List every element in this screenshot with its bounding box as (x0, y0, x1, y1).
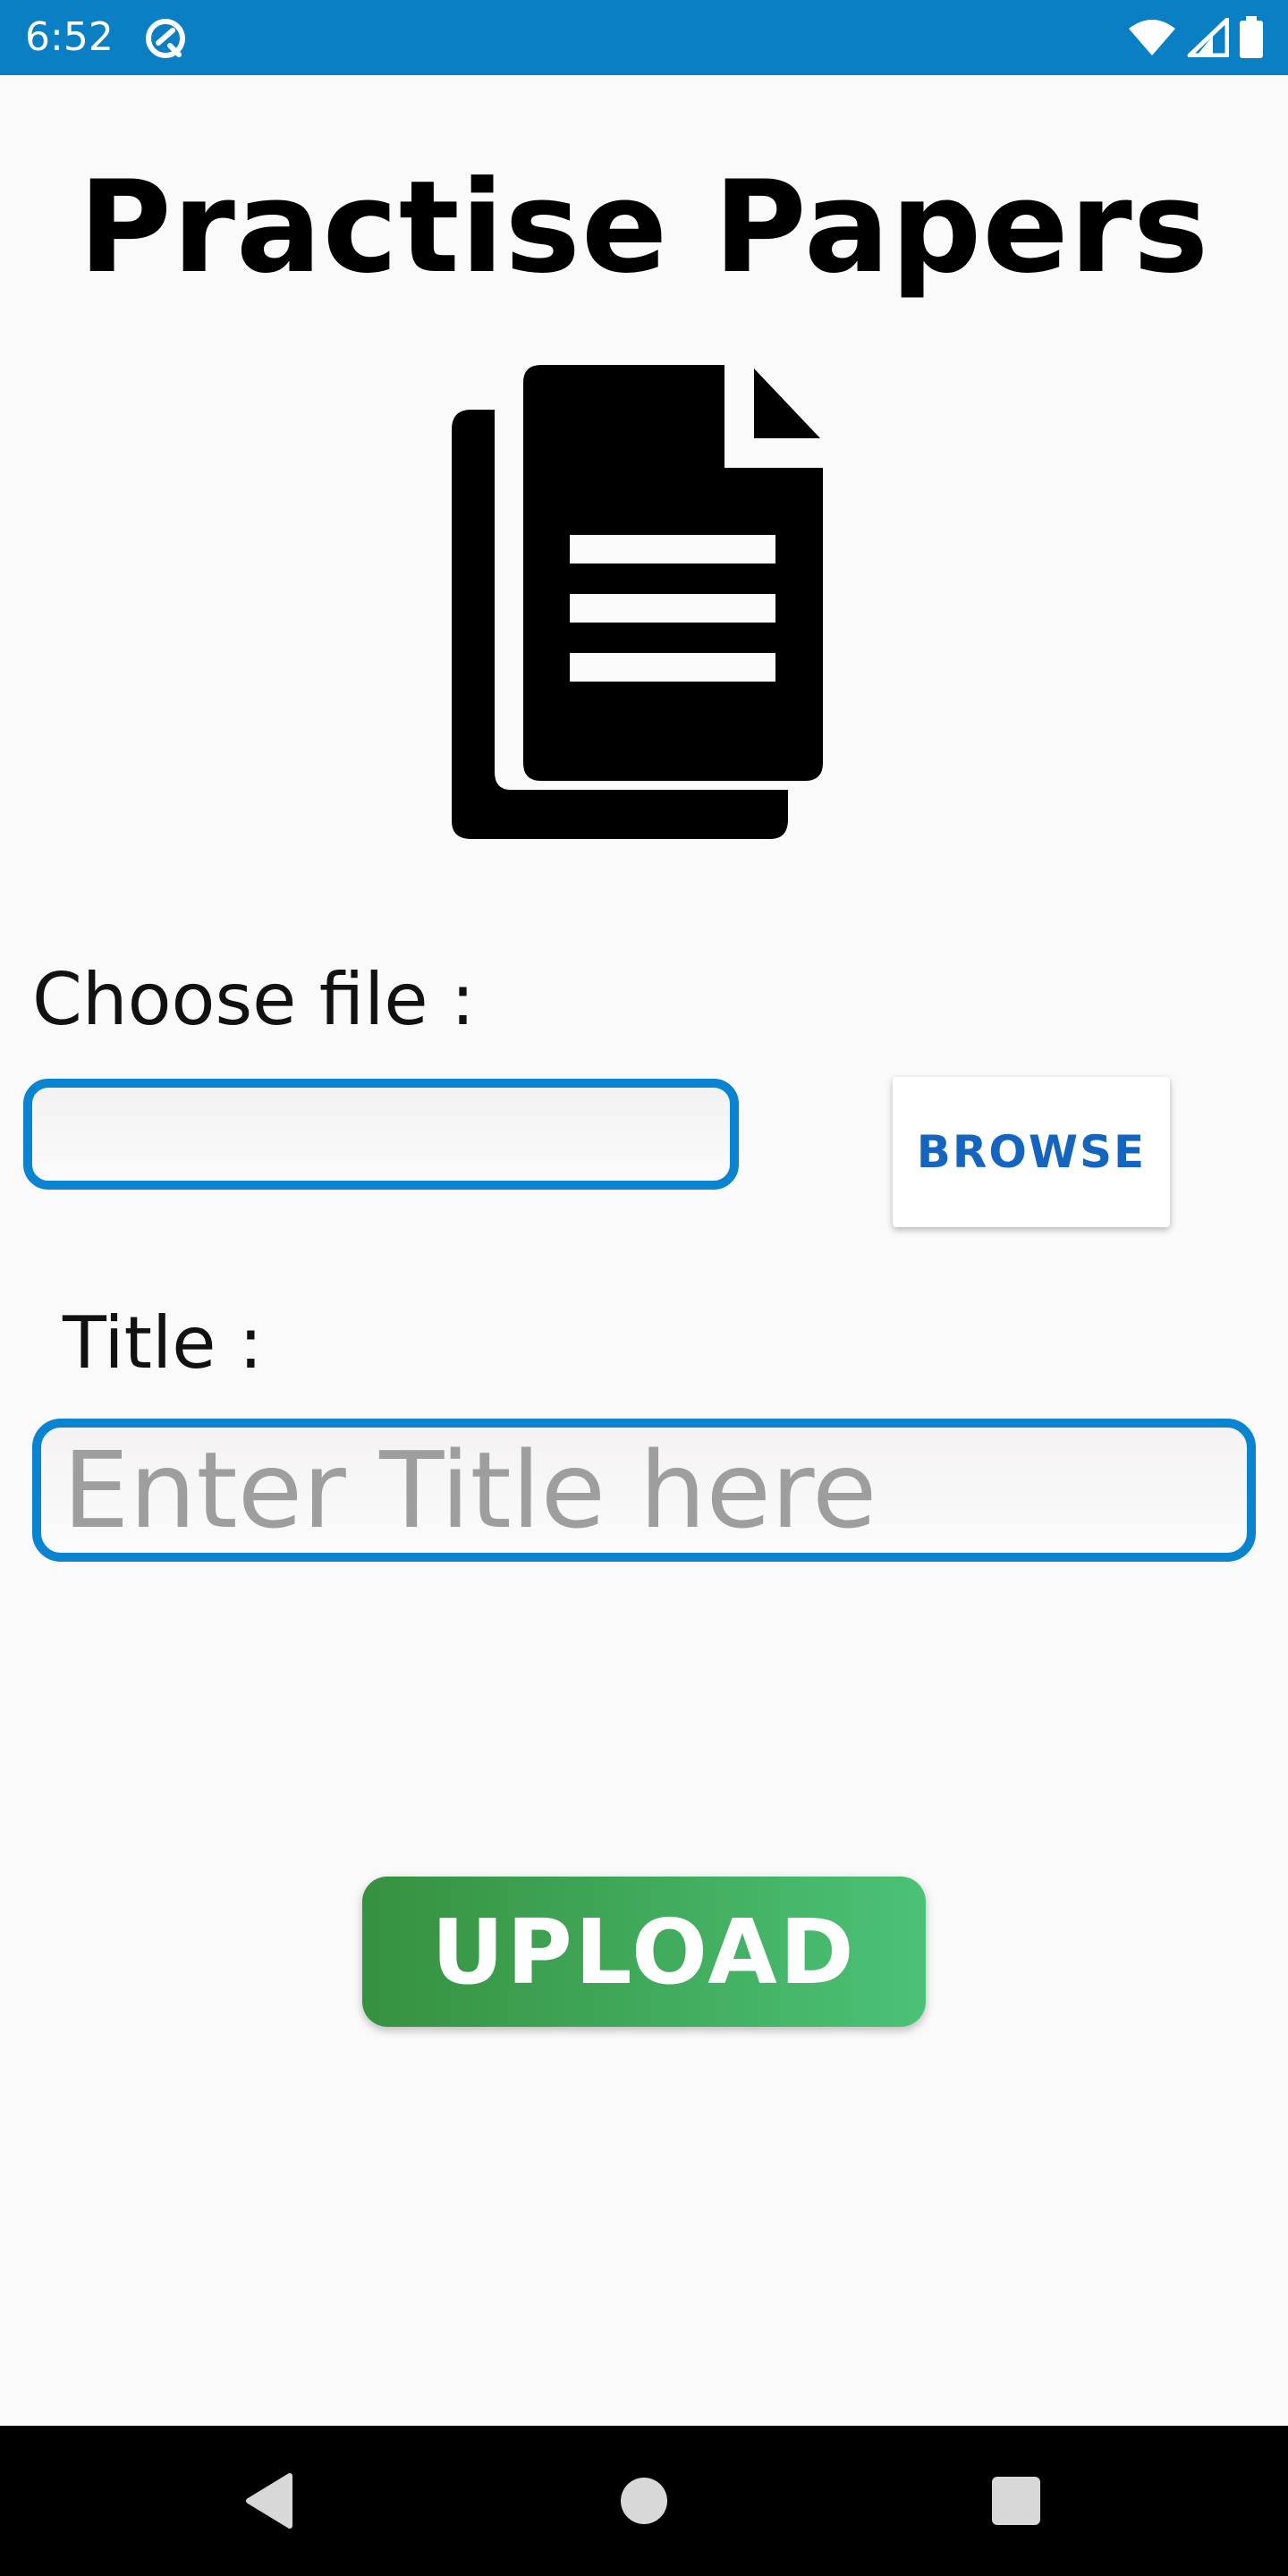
home-button[interactable] (581, 2426, 707, 2576)
back-button[interactable] (208, 2426, 333, 2576)
home-icon (621, 2478, 667, 2524)
choose-file-label: Choose file : (32, 958, 475, 1041)
back-icon (246, 2473, 292, 2529)
circle-app-icon (146, 19, 185, 58)
title-label: Title : (63, 1301, 263, 1385)
browse-button[interactable]: BROWSE (893, 1077, 1170, 1227)
status-time: 6:52 (25, 14, 114, 60)
navigation-bar (0, 2426, 1288, 2576)
upload-button[interactable]: UPLOAD (362, 1877, 926, 2027)
documents-icon (452, 365, 823, 839)
signal-icon (1187, 18, 1229, 57)
wifi-icon (1129, 20, 1175, 55)
recents-icon (992, 2477, 1040, 2525)
title-input[interactable] (32, 1419, 1256, 1562)
page-title: Practise Papers (78, 154, 1210, 301)
file-path-field[interactable] (23, 1079, 739, 1190)
recents-button[interactable] (953, 2426, 1079, 2576)
status-icons (1127, 14, 1265, 61)
status-bar: 6:52 (0, 0, 1288, 75)
battery-icon (1240, 16, 1263, 58)
